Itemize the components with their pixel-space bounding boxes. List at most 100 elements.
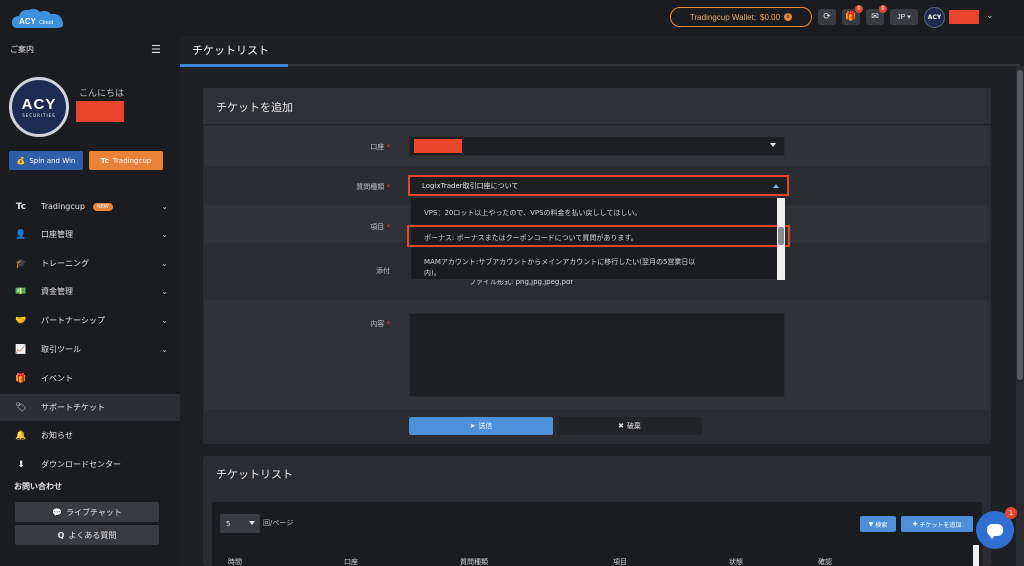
- title-divider: [180, 64, 1020, 66]
- graduation-cap-icon: 🎓: [15, 258, 27, 269]
- add-ticket-label: チケットを追加: [919, 521, 962, 529]
- sidebar-item-training[interactable]: 🎓 トレーニング ⌄: [0, 250, 180, 277]
- chevron-down-icon[interactable]: ⌄: [986, 11, 994, 21]
- hamburger-menu-icon[interactable]: ☰: [151, 43, 161, 56]
- account-select[interactable]: [409, 136, 785, 156]
- add-ticket-title: チケットを追加: [216, 101, 293, 114]
- nav-label: パートナーシップ: [41, 316, 105, 325]
- new-badge: NEW: [92, 202, 113, 211]
- active-tab-underline: [180, 64, 288, 67]
- submit-label: 送信: [478, 422, 493, 430]
- acy-cloud-logo[interactable]: ACY Cloud: [10, 6, 66, 32]
- nav-label: ダウンロードセンター: [41, 460, 121, 469]
- sidebar-item-notifications[interactable]: 🔔 お知らせ: [0, 422, 180, 449]
- tradingcup-button[interactable]: Tc Tradingcup: [89, 151, 163, 170]
- tradingcup-label: Tradingcup: [112, 156, 152, 165]
- language-select[interactable]: JP ▾: [890, 9, 918, 25]
- bell-icon: 🔔: [15, 430, 27, 441]
- wallet-amount: $0.00: [760, 12, 781, 22]
- chevron-down-icon: ⌄: [161, 287, 168, 296]
- column-header-status[interactable]: 状態: [729, 557, 743, 566]
- gift-icon: 🎁: [845, 12, 857, 22]
- spin-label: Spin and Win: [29, 156, 76, 165]
- sidebar-item-tradingcup[interactable]: Tc Tradingcup NEW ⌄: [0, 193, 180, 220]
- faq-label: よくある質問: [68, 530, 117, 540]
- nav-label: 取引ツール: [41, 345, 81, 354]
- filter-icon: ▼: [868, 520, 874, 528]
- live-chat-button[interactable]: 💬 ライブチャット: [15, 502, 159, 522]
- chevron-down-icon: ⌄: [161, 345, 168, 354]
- plus-icon: ✚: [912, 520, 918, 528]
- column-header-question-type[interactable]: 質問種類: [460, 557, 488, 566]
- per-page-label: 回/ページ: [263, 519, 294, 527]
- sidebar-item-partnership[interactable]: 🤝 パートナーシップ ⌄: [0, 307, 180, 334]
- nav-label: サポートチケット: [41, 403, 105, 412]
- download-icon: ⬇: [17, 459, 25, 470]
- mail-button[interactable]: ✉ 0: [866, 5, 887, 25]
- nav-label: Tradingcup: [41, 202, 85, 211]
- discard-label: 破棄: [626, 422, 641, 430]
- content-label-text: 内容: [370, 320, 385, 328]
- search-label: 検索: [875, 521, 888, 529]
- profile-avatar: ACY SECURITIES: [9, 77, 69, 137]
- discard-button[interactable]: ✖ 破棄: [557, 417, 702, 435]
- account-label-text: 口座: [370, 143, 385, 151]
- info-icon: i: [784, 13, 793, 21]
- nav-label: 口座管理: [41, 230, 73, 239]
- chevron-down-icon: ⌄: [161, 316, 168, 325]
- column-header-item[interactable]: 項目: [613, 557, 627, 566]
- page-size-select[interactable]: 5: [220, 514, 260, 533]
- sidebar-item-support-ticket[interactable]: 🏷 サポートチケット: [0, 394, 180, 421]
- logo-text: ACY: [19, 17, 37, 26]
- add-ticket-panel-header: [203, 88, 991, 125]
- question-type-select[interactable]: LogixTrader取引口座について: [408, 175, 789, 196]
- page-scroll-thumb[interactable]: [1017, 70, 1023, 380]
- send-icon: ➤: [469, 422, 476, 430]
- dropdown-option-vps[interactable]: VPS：20ロット以上やったので、VPSの料金を払い戻ししてほしい。: [424, 208, 641, 218]
- redacted-account: [414, 139, 462, 153]
- refresh-button[interactable]: ⟳: [818, 9, 836, 25]
- question-icon: Q: [57, 530, 65, 540]
- nav-label: トレーニング: [41, 259, 89, 268]
- column-header-time[interactable]: 時間: [228, 557, 242, 566]
- sidebar-item-download-center[interactable]: ⬇ ダウンロードセンター: [0, 451, 180, 478]
- spin-and-win-button[interactable]: 💰 Spin and Win: [9, 151, 83, 170]
- chart-icon: 📈: [15, 344, 27, 355]
- nav-label: お知らせ: [41, 431, 73, 440]
- column-header-account[interactable]: 口座: [344, 557, 358, 566]
- ticket-table-area: [212, 502, 982, 566]
- live-chat-label: ライブチャット: [66, 507, 122, 517]
- chevron-down-icon: ⌄: [161, 230, 168, 239]
- user-avatar[interactable]: ACY: [924, 7, 945, 28]
- submit-button[interactable]: ➤ 送信: [409, 417, 553, 435]
- attachment-label: 添付: [376, 267, 390, 275]
- sidebar-item-trading-tools[interactable]: 📈 取引ツール ⌄: [0, 336, 180, 363]
- dropdown-scroll-thumb[interactable]: [778, 227, 784, 245]
- add-ticket-button[interactable]: ✚ チケットを追加: [901, 516, 973, 532]
- sidebar-item-funds[interactable]: 💵 資金管理 ⌄: [0, 278, 180, 305]
- tradingcup-wallet-button[interactable]: Tradingcup Wallet: $0.00 i: [670, 7, 812, 27]
- mail-icon: ✉: [871, 12, 879, 22]
- money-icon: 💵: [15, 286, 27, 297]
- table-scrollbar[interactable]: [973, 545, 979, 566]
- chat-icon: 💬: [52, 507, 63, 517]
- chat-bubble-icon: [987, 524, 1003, 539]
- chat-unread-badge: 1: [1005, 507, 1017, 519]
- handshake-icon: 🤝: [15, 315, 27, 326]
- avatar-logo-text: ACY: [21, 96, 57, 113]
- chevron-down-icon: ⌄: [161, 202, 168, 211]
- sidebar-item-account-management[interactable]: 👤 口座管理 ⌄: [0, 221, 180, 248]
- page-title: チケットリスト: [192, 44, 269, 57]
- page-size-value: 5: [226, 519, 231, 528]
- redacted-username: [949, 10, 979, 24]
- refresh-icon: ⟳: [823, 12, 831, 22]
- search-button[interactable]: ▼ 検索: [860, 516, 896, 532]
- sidebar-item-events[interactable]: 🎁 イベント: [0, 365, 180, 392]
- contact-heading: お問い合わせ: [14, 482, 62, 491]
- gift-button[interactable]: 🎁 0: [842, 5, 863, 25]
- faq-button[interactable]: Q よくある質問: [15, 525, 159, 545]
- content-textarea[interactable]: [409, 313, 785, 397]
- money-bag-icon: 💰: [16, 156, 26, 165]
- dropdown-option-mam[interactable]: MAMアカウント:サブアカウントからメインアカウントに移行したい(翌月の5営業日…: [424, 257, 695, 267]
- column-header-confirm[interactable]: 確認: [818, 557, 832, 566]
